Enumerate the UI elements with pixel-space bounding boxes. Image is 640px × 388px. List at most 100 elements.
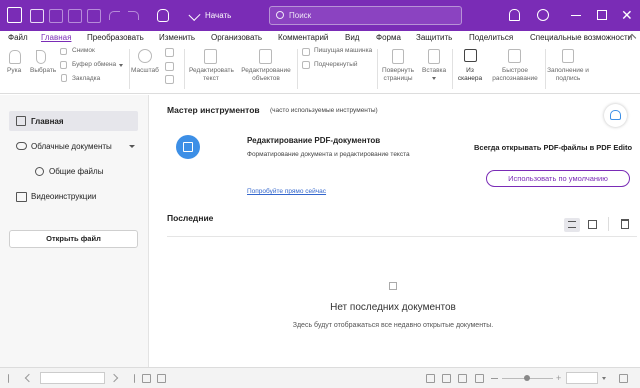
- edit-objects-icon[interactable]: [259, 49, 272, 64]
- underline-icon[interactable]: [302, 61, 310, 69]
- clipboard-icon[interactable]: [60, 61, 67, 69]
- zoom-level-input[interactable]: [566, 372, 598, 384]
- rotate-pages-icon[interactable]: [392, 49, 404, 64]
- zoom-icon[interactable]: [138, 49, 152, 63]
- prev-page-icon[interactable]: [24, 373, 34, 383]
- cloud-dropdown-icon[interactable]: [129, 145, 135, 148]
- zoom-label[interactable]: Масштаб: [131, 67, 159, 75]
- minimize-button[interactable]: [571, 15, 581, 16]
- highlight-label[interactable]: Подчеркнутый: [314, 61, 358, 69]
- snapshot-icon[interactable]: [60, 48, 67, 55]
- undo-icon[interactable]: [109, 11, 120, 20]
- zoom-dropdown-icon[interactable]: [602, 377, 606, 380]
- hand-label[interactable]: Рука: [7, 67, 21, 75]
- typewriter-icon[interactable]: [302, 48, 310, 56]
- print-icon[interactable]: [68, 9, 82, 23]
- list-lines: [568, 221, 576, 228]
- page-number-input[interactable]: [40, 372, 105, 384]
- single-page-icon[interactable]: [426, 374, 435, 383]
- insert-icon[interactable]: [428, 49, 440, 64]
- menu-form[interactable]: Форма: [376, 33, 401, 42]
- last-page-icon[interactable]: [126, 374, 135, 383]
- fit-page-icon[interactable]: [165, 62, 174, 71]
- search-placeholder: Поиск: [289, 11, 312, 20]
- fill-sign-icon[interactable]: [562, 49, 574, 63]
- copy-view-icon[interactable]: [142, 374, 151, 383]
- account-icon[interactable]: [537, 9, 549, 21]
- grid-view-icon[interactable]: [588, 220, 597, 229]
- start-dropdown-icon[interactable]: [188, 8, 201, 22]
- try-now-link[interactable]: Попробуйте прямо сейчас: [247, 188, 326, 195]
- page-view-icon[interactable]: [165, 75, 174, 84]
- menu-convert[interactable]: Преобразовать: [87, 33, 144, 42]
- home-icon: [16, 116, 26, 126]
- zoom-slider[interactable]: [502, 375, 553, 381]
- sidebar-item-video[interactable]: Видеоинструкции: [31, 192, 96, 201]
- trash-icon[interactable]: [621, 219, 629, 229]
- ribbon-separator: [184, 49, 185, 89]
- fullscreen-icon[interactable]: [619, 374, 628, 383]
- sidebar-item-shared[interactable]: Общие файлы: [49, 167, 103, 176]
- rotate-pages-label[interactable]: Повернуть страницы: [378, 67, 418, 83]
- first-page-icon[interactable]: [8, 374, 17, 383]
- close-button[interactable]: ✕: [621, 8, 633, 22]
- typewriter-label[interactable]: Пишущая машинка: [314, 47, 372, 55]
- menu-view[interactable]: Вид: [345, 33, 359, 42]
- from-scanner-label[interactable]: Из сканера: [456, 67, 484, 83]
- email-icon[interactable]: [87, 9, 101, 23]
- menu-edit[interactable]: Изменить: [159, 33, 195, 42]
- zoom-in-icon[interactable]: [165, 48, 174, 57]
- maximize-button[interactable]: [597, 10, 607, 20]
- scanner-icon[interactable]: [464, 49, 477, 62]
- snapshot-label[interactable]: Снимок: [72, 47, 95, 55]
- menu-file[interactable]: Файл: [8, 33, 28, 42]
- zoom-slider-handle[interactable]: [524, 375, 530, 381]
- menu-home[interactable]: Главная: [41, 33, 71, 42]
- zoom-in-status-icon[interactable]: +: [556, 374, 561, 383]
- hand-tool-icon[interactable]: [157, 9, 169, 22]
- ocr-icon[interactable]: [508, 49, 521, 63]
- redo-icon[interactable]: [128, 11, 139, 20]
- menu-comment[interactable]: Комментарий: [278, 33, 328, 42]
- cursor-icon[interactable]: [36, 50, 46, 64]
- split-view-icon[interactable]: [157, 374, 166, 383]
- bookmark-label[interactable]: Закладка: [72, 75, 100, 83]
- start-label[interactable]: Начать: [205, 11, 231, 20]
- ribbon-separator: [129, 49, 130, 89]
- menu-organize[interactable]: Организовать: [211, 33, 262, 42]
- hand-icon[interactable]: [9, 50, 21, 64]
- feedback-icon[interactable]: [604, 104, 627, 127]
- sidebar-item-cloud[interactable]: Облачные документы: [31, 142, 112, 151]
- clipboard-label[interactable]: Буфер обмена: [72, 61, 116, 69]
- menu-share[interactable]: Поделиться: [469, 33, 513, 42]
- ribbon-separator: [452, 49, 453, 89]
- next-page-icon[interactable]: [109, 373, 119, 383]
- bookmark-icon[interactable]: [61, 74, 67, 82]
- open-folder-icon[interactable]: [30, 9, 44, 23]
- clipboard-dropdown-icon[interactable]: [119, 64, 123, 67]
- use-default-button[interactable]: Использовать по умолчанию: [486, 170, 630, 187]
- fit-width-icon[interactable]: [475, 374, 484, 383]
- edit-objects-label[interactable]: Редактирование объектов: [238, 67, 294, 83]
- bell-icon[interactable]: [509, 9, 520, 21]
- fill-sign-label[interactable]: Заполнение и подпись: [546, 67, 590, 83]
- menu-accessibility[interactable]: Специальные возможности: [530, 33, 632, 42]
- tool-title[interactable]: Редактирование PDF-документов: [247, 136, 380, 145]
- zoom-out-icon[interactable]: [491, 378, 498, 379]
- sidebar-item-home[interactable]: [9, 111, 138, 131]
- edit-text-label[interactable]: Редактировать текст: [189, 67, 234, 83]
- edit-pdf-tool-icon[interactable]: [176, 135, 200, 159]
- sidebar-home-label[interactable]: Главная: [31, 117, 64, 126]
- continuous-page-icon[interactable]: [442, 374, 451, 383]
- edit-text-icon[interactable]: [204, 49, 217, 64]
- ocr-label[interactable]: Быстрое распознавание: [490, 67, 540, 83]
- save-icon[interactable]: [49, 9, 63, 23]
- open-file-button[interactable]: Открыть файл: [9, 230, 138, 248]
- search-input[interactable]: Поиск: [269, 6, 462, 25]
- two-page-icon[interactable]: [458, 374, 467, 383]
- list-view-icon[interactable]: [564, 218, 580, 232]
- insert-label[interactable]: Вставка: [422, 67, 446, 75]
- menu-protect[interactable]: Защитить: [416, 33, 452, 42]
- insert-dropdown-icon[interactable]: [432, 77, 436, 80]
- select-label[interactable]: Выбрать: [30, 67, 56, 75]
